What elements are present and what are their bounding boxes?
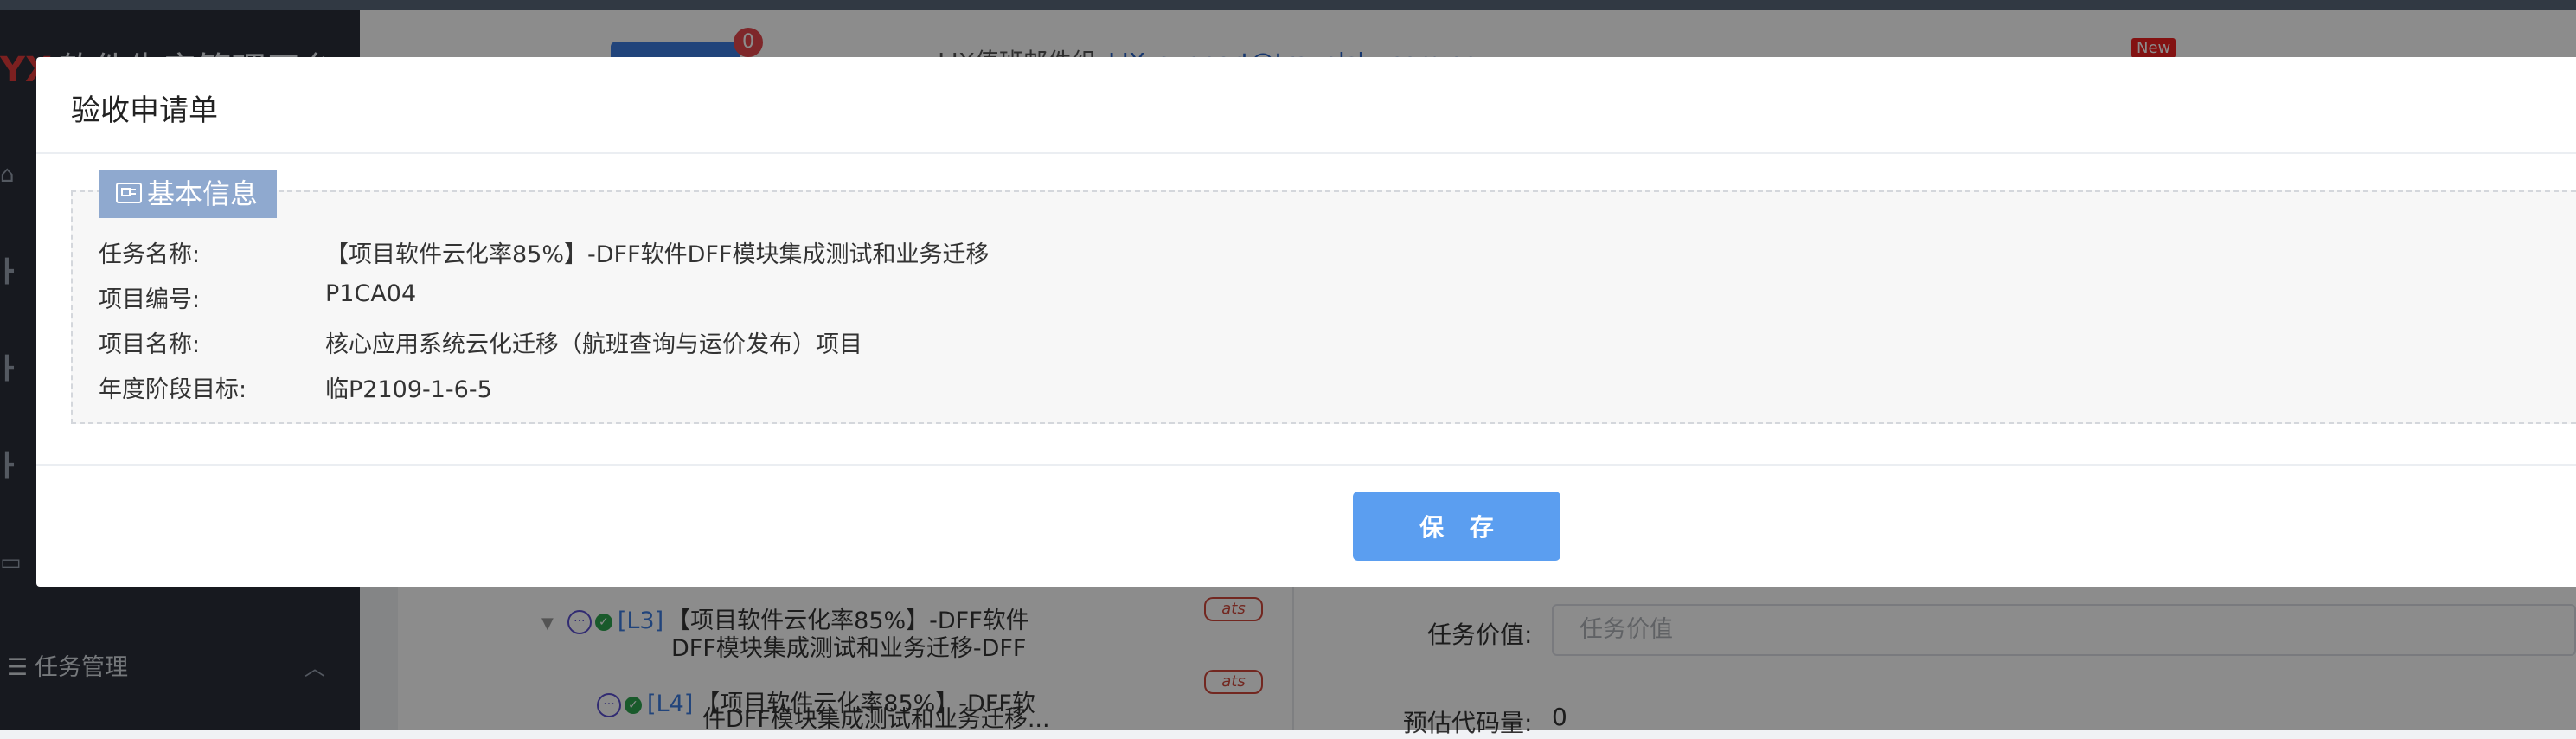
project-name-label: 项目名称: xyxy=(99,331,201,358)
id-card-icon xyxy=(116,183,142,203)
dialog-title: 验收申请单 xyxy=(71,93,218,128)
acceptance-dialog: 验收申请单 基本信息 任务名称: 【项目软件云化率85%】-DFF软件DFF模块… xyxy=(36,57,2576,587)
section-legend: 基本信息 xyxy=(99,170,278,218)
section-title: 基本信息 xyxy=(147,177,259,210)
project-name-value: 核心应用系统云化迁移（航班查询与运价发布）项目 xyxy=(325,331,862,358)
divider xyxy=(36,464,2576,466)
annual-goal-label: 年度阶段目标: xyxy=(99,376,247,403)
project-code-value: P1CA04 xyxy=(325,280,417,307)
task-name-value: 【项目软件云化率85%】-DFF软件DFF模块集成测试和业务迁移 xyxy=(325,241,990,268)
divider xyxy=(36,152,2576,154)
save-button[interactable]: 保 存 xyxy=(1353,492,1560,561)
annual-goal-value: 临P2109-1-6-5 xyxy=(325,376,492,403)
task-name-label: 任务名称: xyxy=(99,241,201,268)
project-code-label: 项目编号: xyxy=(99,286,201,313)
